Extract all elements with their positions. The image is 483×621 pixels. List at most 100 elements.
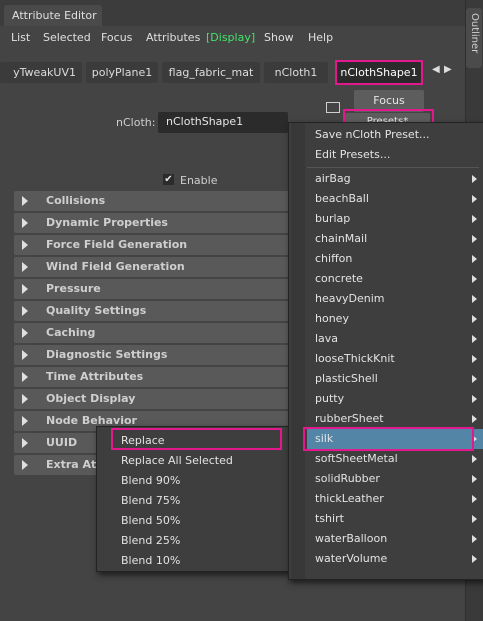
ncloth-name-field[interactable]: nClothShape1 xyxy=(158,112,288,133)
preset-item-label: waterVolume xyxy=(315,552,388,565)
presets-menu: Save nCloth Preset... Edit Presets... ai… xyxy=(288,122,483,580)
preset-item-label: airBag xyxy=(315,172,351,185)
submenu-arrow-icon xyxy=(472,355,477,363)
submenu-arrow-icon xyxy=(472,295,477,303)
section-time-attributes[interactable]: Time Attributes xyxy=(14,367,290,387)
node-tab-ytweakuv1[interactable]: yTweakUV1 xyxy=(0,62,82,83)
menu-replace-all-selected[interactable]: Replace All Selected xyxy=(113,451,285,471)
preset-item-chainmail[interactable]: chainMail xyxy=(307,229,483,249)
enable-checkbox[interactable]: ✔ xyxy=(163,174,174,185)
section-label: Force Field Generation xyxy=(46,238,188,251)
expand-arrow-icon xyxy=(22,328,28,338)
preset-item-airbag[interactable]: airBag xyxy=(307,169,483,189)
menu-divider xyxy=(307,167,479,168)
preset-item-burlap[interactable]: burlap xyxy=(307,209,483,229)
preset-item-tshirt[interactable]: tshirt xyxy=(307,509,483,529)
submenu-arrow-icon xyxy=(472,195,477,203)
section-pressure[interactable]: Pressure xyxy=(14,279,290,299)
preset-item-concrete[interactable]: concrete xyxy=(307,269,483,289)
menu-blend-50[interactable]: Blend 50% xyxy=(113,511,285,531)
menu-help[interactable]: Help xyxy=(308,31,333,44)
expand-arrow-icon xyxy=(22,416,28,426)
menu-save-ncloth-preset[interactable]: Save nCloth Preset... xyxy=(307,125,483,145)
section-label: UUID xyxy=(46,436,78,449)
menu-selected[interactable]: Selected xyxy=(43,31,91,44)
section-label: Wind Field Generation xyxy=(46,260,185,273)
expand-arrow-icon xyxy=(22,394,28,404)
highlight-silk-item xyxy=(303,427,474,451)
submenu-arrow-icon xyxy=(472,475,477,483)
expand-arrow-icon xyxy=(22,240,28,250)
menu-focus[interactable]: Focus xyxy=(101,31,132,44)
section-force-field-generation[interactable]: Force Field Generation xyxy=(14,235,290,255)
section-object-display[interactable]: Object Display xyxy=(14,389,290,409)
preset-item-label: tshirt xyxy=(315,512,344,525)
section-collisions[interactable]: Collisions xyxy=(14,191,290,211)
expand-arrow-icon xyxy=(22,262,28,272)
preset-item-solidrubber[interactable]: solidRubber xyxy=(307,469,483,489)
outliner-label: Outliner xyxy=(469,13,480,54)
expand-arrow-icon xyxy=(22,284,28,294)
expand-arrow-icon xyxy=(22,460,28,470)
menu-blend-10[interactable]: Blend 10% xyxy=(113,551,285,571)
section-quality-settings[interactable]: Quality Settings xyxy=(14,301,290,321)
preset-item-label: burlap xyxy=(315,212,351,225)
preset-item-honey[interactable]: honey xyxy=(307,309,483,329)
preset-item-label: rubberSheet xyxy=(315,412,384,425)
submenu-arrow-icon xyxy=(472,235,477,243)
node-tab-ncloth1[interactable]: nCloth1 xyxy=(264,62,328,83)
menu-attributes[interactable]: Attributes xyxy=(146,31,200,44)
preset-item-label: honey xyxy=(315,312,349,325)
section-label: Quality Settings xyxy=(46,304,147,317)
preset-item-label: solidRubber xyxy=(315,472,380,485)
preset-item-plasticshell[interactable]: plasticShell xyxy=(307,369,483,389)
highlight-nclothshape1-tab xyxy=(335,60,423,85)
expand-arrow-icon xyxy=(22,306,28,316)
submenu-arrow-icon xyxy=(472,375,477,383)
ncloth-field-label: nCloth: xyxy=(116,116,156,129)
menu-blend-25[interactable]: Blend 25% xyxy=(113,531,285,551)
submenu-arrow-icon xyxy=(472,415,477,423)
preset-item-watervolume[interactable]: waterVolume xyxy=(307,549,483,569)
preset-item-chiffon[interactable]: chiffon xyxy=(307,249,483,269)
section-label: Diagnostic Settings xyxy=(46,348,168,361)
menu-show[interactable]: Show xyxy=(264,31,294,44)
preset-item-softsheetmetal[interactable]: softSheetMetal xyxy=(307,449,483,469)
submenu-arrow-icon xyxy=(472,455,477,463)
submenu-arrow-icon xyxy=(472,495,477,503)
tab-scroll-left-icon[interactable]: ◀ xyxy=(432,64,440,75)
submenu-arrow-icon xyxy=(472,515,477,523)
menu-display[interactable]: [Display] xyxy=(206,31,255,44)
preset-item-thickleather[interactable]: thickLeather xyxy=(307,489,483,509)
section-label: Caching xyxy=(46,326,96,339)
section-diagnostic-settings[interactable]: Diagnostic Settings xyxy=(14,345,290,365)
preset-item-label: putty xyxy=(315,392,345,405)
preset-item-heavydenim[interactable]: heavyDenim xyxy=(307,289,483,309)
menu-edit-presets[interactable]: Edit Presets... xyxy=(307,145,483,165)
editor-title: Attribute Editor xyxy=(12,9,97,22)
section-label: Dynamic Properties xyxy=(46,216,168,229)
preset-item-label: softSheetMetal xyxy=(315,452,398,465)
section-caching[interactable]: Caching xyxy=(14,323,290,343)
preset-item-waterballoon[interactable]: waterBalloon xyxy=(307,529,483,549)
menu-list[interactable]: List xyxy=(11,31,30,44)
section-dynamic-properties[interactable]: Dynamic Properties xyxy=(14,213,290,233)
node-tab-polyplane1[interactable]: polyPlane1 xyxy=(86,62,158,83)
preset-item-lava[interactable]: lava xyxy=(307,329,483,349)
submenu-arrow-icon xyxy=(472,315,477,323)
preset-item-loosethickknit[interactable]: looseThickKnit xyxy=(307,349,483,369)
select-node-icon[interactable] xyxy=(326,102,340,113)
node-tab-flag-fabric-mat[interactable]: flag_fabric_mat xyxy=(162,62,260,83)
menu-blend-75[interactable]: Blend 75% xyxy=(113,491,285,511)
submenu-arrow-icon xyxy=(472,275,477,283)
preset-item-putty[interactable]: putty xyxy=(307,389,483,409)
submenu-arrow-icon xyxy=(472,215,477,223)
section-wind-field-generation[interactable]: Wind Field Generation xyxy=(14,257,290,277)
submenu-arrow-icon xyxy=(472,255,477,263)
preset-item-rubbersheet[interactable]: rubberSheet xyxy=(307,409,483,429)
preset-item-label: concrete xyxy=(315,272,363,285)
preset-item-beachball[interactable]: beachBall xyxy=(307,189,483,209)
menu-blend-90[interactable]: Blend 90% xyxy=(113,471,285,491)
tab-scroll-right-icon[interactable]: ▶ xyxy=(444,64,452,75)
submenu-arrow-icon xyxy=(472,175,477,183)
